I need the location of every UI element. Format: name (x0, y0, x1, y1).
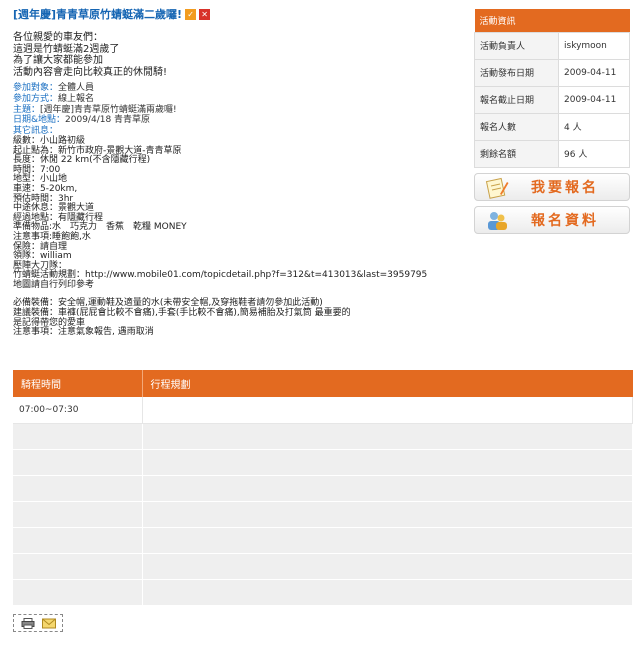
info-row: 剩餘名額 96 人 (474, 139, 630, 168)
post-header: [週年慶]青青草原竹蜻蜓滿二歲囉! ✓ ✕ (13, 6, 463, 22)
checkmark-icon[interactable]: ✓ (185, 8, 197, 20)
field-value: 2009/4/18 青青草原 (65, 115, 151, 126)
info-value: 2009-04-11 (558, 58, 630, 87)
info-value: 2009-04-11 (558, 85, 630, 114)
table-cell (142, 553, 633, 580)
post-content: [週年慶]青青草原竹蜻蜓滿二歲囉! ✓ ✕ 各位親愛的車友們： 這週是竹蜻蜓滿2… (13, 6, 463, 338)
info-key: 報名截止日期 (474, 85, 559, 114)
field-label: 日期&地點： (13, 115, 66, 126)
table-cell (13, 423, 143, 450)
table-cell (13, 579, 143, 606)
event-info-panel: 活動資訊 活動負責人 iskymoon 活動發布日期 2009-04-11 報名截止… (474, 9, 630, 168)
schedule-header-row: 騎程時間 行程規劃 (13, 370, 633, 397)
field-date: 日期&地點：2009/4/18 青青草原 (13, 115, 463, 126)
info-key: 活動負責人 (474, 31, 559, 60)
column-header-time: 騎程時間 (13, 370, 143, 397)
close-icon[interactable]: ✕ (199, 8, 211, 20)
field-label: 參加對象： (13, 83, 59, 93)
detail-line: 領隊：william (13, 251, 72, 262)
detail-line: 注意事項：注意氣象報告, 遇雨取消 (13, 327, 154, 338)
info-row: 報名人數 4 人 (474, 112, 630, 141)
table-row (13, 501, 633, 528)
info-row: 活動發布日期 2009-04-11 (474, 58, 630, 87)
table-row: 07:00~07:30 (13, 397, 633, 424)
info-key: 剩餘名額 (474, 139, 559, 168)
notepad-icon (485, 177, 509, 199)
field-value: [週年慶]青青草原竹蜻蜓滿兩歲囉! (40, 104, 177, 115)
intro-line: 為了讓大家都能參加 (13, 55, 103, 66)
post-tools (13, 614, 63, 632)
intro-line: 各位親愛的車友們： (13, 32, 103, 43)
info-value: iskymoon (558, 31, 630, 60)
info-key: 報名人數 (474, 112, 559, 141)
signup-info-button[interactable]: 報名資料 (474, 206, 630, 234)
intro-line: 活動內容會走向比較真正的休閒騎! (13, 66, 168, 78)
field-topic: 主題：[週年慶]青青草原竹蜻蜓滿兩歲囉! (13, 105, 463, 116)
field-value: 全體人員 (58, 83, 95, 93)
field-label: 參加方式： (13, 93, 59, 104)
info-value: 4 人 (558, 112, 630, 141)
table-cell (13, 553, 143, 580)
detail-line: 地型：小山地 (13, 174, 68, 185)
table-cell (142, 475, 633, 502)
signup-button[interactable]: 我要報名 (474, 173, 630, 201)
detail-line: 地圖請自行列印參考 (13, 279, 95, 290)
table-cell (13, 527, 143, 554)
table-row (13, 579, 633, 606)
table-cell (13, 501, 143, 528)
event-details: 級數：小山路初級 起止點為：新竹市政府-景觀大道-青青草原 長度：休閒 22 k… (13, 136, 463, 338)
signup-info-button-label: 報名資料 (531, 213, 599, 229)
table-cell (142, 501, 633, 528)
envelope-icon[interactable] (41, 618, 56, 629)
table-cell (142, 579, 633, 606)
column-header-plan: 行程規劃 (142, 370, 633, 397)
post-title-link[interactable]: [週年慶]青青草原竹蜻蜓滿二歲囉! (13, 6, 182, 22)
info-key: 活動發布日期 (474, 58, 559, 87)
field-value: 線上報名 (58, 93, 95, 104)
table-cell (142, 527, 633, 554)
detail-line: 保險：請自理 (13, 241, 68, 252)
table-row (13, 449, 633, 476)
detail-line: 注意事項:睡飽飽,水 (13, 231, 91, 242)
table-row (13, 553, 633, 580)
signup-button-label: 我要報名 (531, 180, 599, 196)
info-row: 活動負責人 iskymoon (474, 31, 630, 60)
panel-title: 活動資訊 (474, 9, 630, 32)
table-cell (142, 449, 633, 476)
table-cell (142, 397, 633, 424)
info-value: 96 人 (558, 139, 630, 168)
detail-line: 車速：5-20km, (13, 183, 78, 194)
field-label: 主題： (13, 104, 41, 115)
schedule-table: 騎程時間 行程規劃 07:00~07:30 (13, 370, 633, 606)
field-method: 參加方式：線上報名 (13, 94, 463, 105)
intro-line: 這週是竹蜻蜓滿2週歲了 (13, 43, 120, 55)
intro-text: 各位親愛的車友們： 這週是竹蜻蜓滿2週歲了 為了讓大家都能參加 活動內容會走向比… (13, 32, 463, 78)
table-row (13, 527, 633, 554)
table-cell (142, 423, 633, 450)
field-target: 參加對象：全體人員 (13, 83, 463, 94)
table-cell: 07:00~07:30 (13, 397, 143, 424)
table-row (13, 423, 633, 450)
detail-line: 時間：7:00 (13, 164, 61, 175)
printer-icon[interactable] (21, 617, 35, 629)
table-cell (13, 449, 143, 476)
event-fields: 參加對象：全體人員 參加方式：線上報名 主題：[週年慶]青青草原竹蜻蜓滿兩歲囉!… (13, 83, 463, 137)
detail-line: 長度：休閒 22 km(不含隱藏行程) (13, 155, 151, 166)
table-row (13, 475, 633, 502)
table-cell (13, 475, 143, 502)
info-row: 報名截止日期 2009-04-11 (474, 85, 630, 114)
users-icon (485, 210, 509, 232)
